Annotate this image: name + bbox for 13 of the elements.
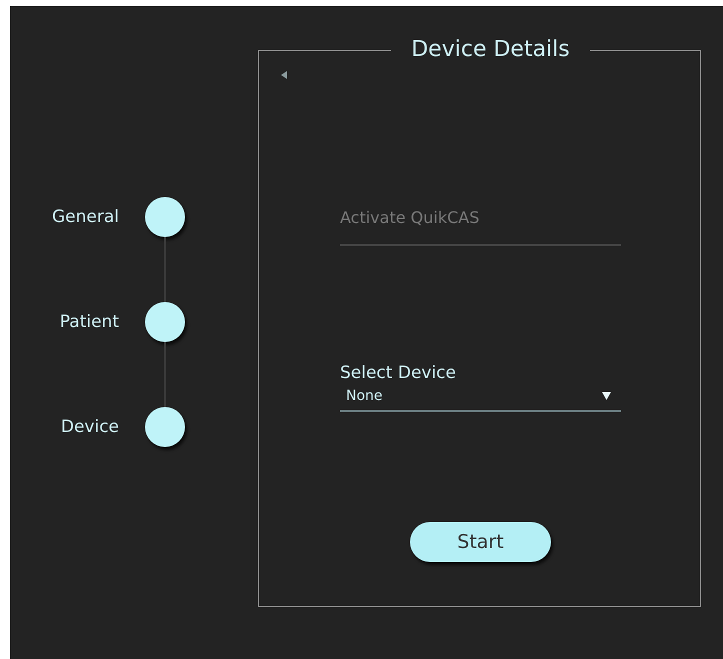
- back-icon[interactable]: [281, 71, 287, 79]
- caret-icon: [602, 392, 611, 400]
- panel-title: Device Details: [410, 36, 571, 64]
- step-label: Device: [60, 417, 119, 437]
- step-circle[interactable]: [145, 407, 185, 447]
- start-button[interactable]: Start: [410, 522, 551, 562]
- step-label: General: [52, 207, 119, 227]
- select-label: Select Device: [340, 363, 457, 383]
- device-dropdown[interactable]: None: [340, 386, 621, 412]
- input-field[interactable]: Activate QuikCAS: [340, 204, 621, 246]
- step-label: Patient: [60, 312, 119, 332]
- step-circle[interactable]: [145, 197, 185, 237]
- step-circle[interactable]: [145, 302, 185, 342]
